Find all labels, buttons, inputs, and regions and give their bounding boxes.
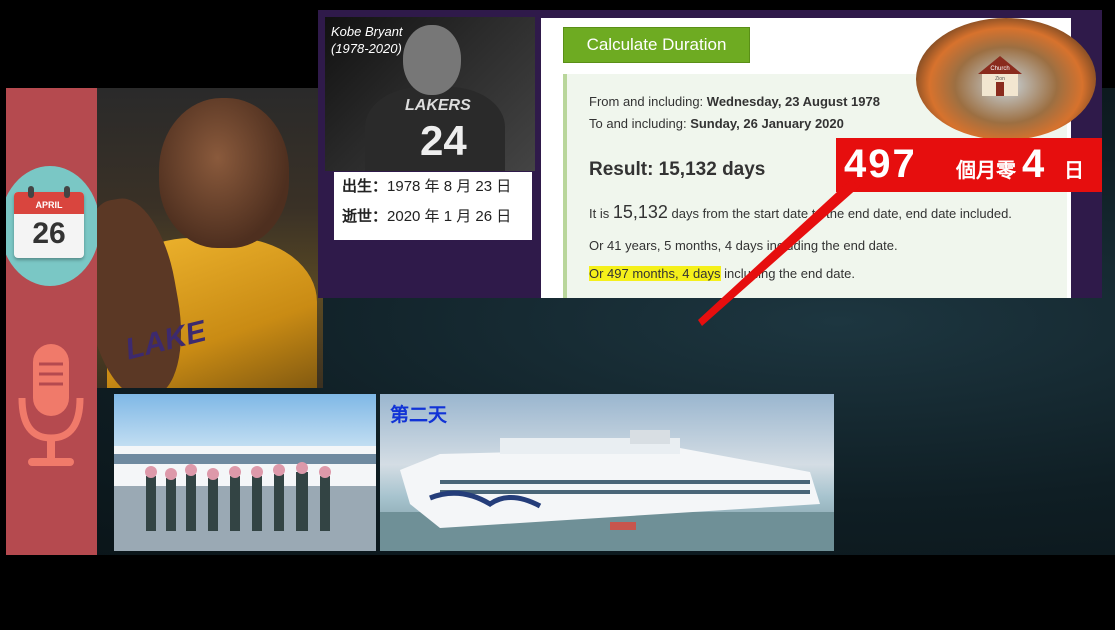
days-pre: It is [589, 206, 613, 221]
jersey-number: 24 [420, 117, 467, 164]
name-text: Kobe Bryant [331, 24, 403, 39]
died-row: 逝世：2020 年 1 月 26 日 [334, 202, 532, 232]
months-banner: 497 個月零 4 日 [836, 138, 1102, 192]
sidebar: APRIL 26 [6, 88, 100, 555]
memorial-name: Kobe Bryant (1978-2020) [331, 23, 411, 57]
banner-days-number: 4 [1022, 142, 1047, 186]
ship-deck-illustration [114, 446, 376, 551]
day-two-caption: 第二天 [390, 405, 448, 426]
born-label: 出生： [342, 178, 388, 195]
church-house-icon: Church Zion [978, 56, 1022, 96]
church-logo-text: Church [990, 66, 1009, 72]
calendar-month: APRIL [14, 192, 84, 214]
from-line: From and including: Wednesday, 23 August… [589, 94, 880, 109]
head-shape [159, 98, 289, 248]
to-label: To and including: [589, 116, 691, 131]
calendar-ring [28, 186, 34, 198]
head-shape [403, 25, 461, 95]
died-date: 2020 年 1 月 26 日 [387, 208, 512, 225]
banner-months-text: 個月零 [956, 160, 1016, 182]
cruise-ship-photo [380, 394, 834, 551]
calculate-duration-button[interactable]: Calculate Duration [563, 27, 750, 63]
calendar-day: 26 [32, 217, 66, 250]
microphone-icon [18, 344, 84, 466]
zion-logo-text: Zion [995, 76, 1005, 82]
to-value: Sunday, 26 January 2020 [690, 116, 844, 131]
calendar-icon: APRIL 26 [14, 186, 84, 258]
kobe-portrait-photo: LAKE [97, 88, 323, 388]
from-label: From and including: [589, 94, 707, 109]
banner-days-text: 日 [1064, 160, 1084, 182]
died-label: 逝世： [342, 208, 388, 225]
group-photo-on-ship [114, 394, 376, 551]
pointer-arrow [698, 180, 860, 326]
born-date: 1978 年 8 月 23 日 [387, 178, 512, 195]
years-text: (1978-2020) [331, 41, 402, 56]
from-value: Wednesday, 23 August 1978 [706, 94, 880, 109]
calendar-ring [64, 186, 70, 198]
days-number: 15,132 [612, 202, 668, 222]
to-line: To and including: Sunday, 26 January 202… [589, 116, 844, 131]
life-dates: 出生：1978 年 8 月 23 日 逝世：2020 年 1 月 26 日 [334, 172, 532, 240]
cruise-ship-illustration [380, 430, 834, 551]
kobe-memorial-photo: Kobe Bryant (1978-2020) LAKERS 24 [325, 17, 535, 171]
jersey-team-text: LAKERS [405, 97, 471, 114]
born-row: 出生：1978 年 8 月 23 日 [334, 172, 532, 202]
result-heading: Result: 15,132 days [589, 159, 766, 180]
